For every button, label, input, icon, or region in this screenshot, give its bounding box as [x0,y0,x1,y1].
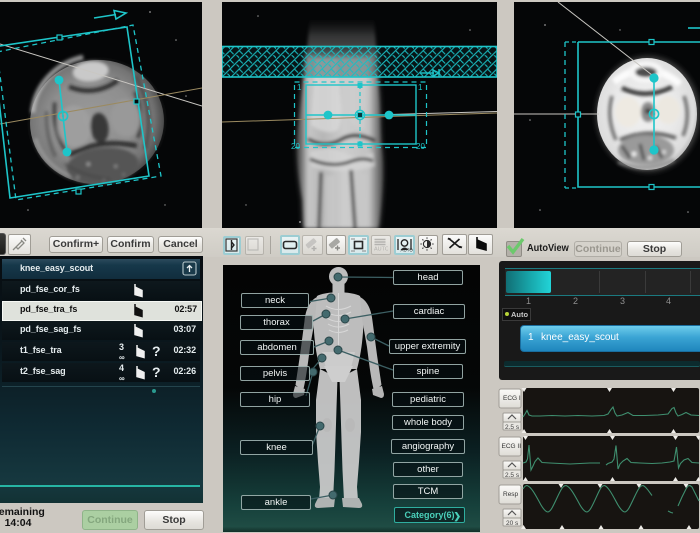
svg-text:1: 1 [418,83,423,92]
svg-text:20: 20 [291,142,300,151]
svg-text:ECG II: ECG II [502,443,522,450]
svg-text:AUTO: AUTO [401,248,414,253]
svg-text:AUTO: AUTO [374,247,388,253]
svg-text:2.5 s: 2.5 s [505,424,520,431]
svg-text:20 s: 20 s [506,520,519,527]
svg-text:Resp: Resp [503,491,519,498]
svg-text:ECG I: ECG I [503,395,521,402]
svg-text:20: 20 [416,142,425,151]
svg-text:1: 1 [297,83,302,92]
svg-text:2.5 s: 2.5 s [505,472,520,479]
